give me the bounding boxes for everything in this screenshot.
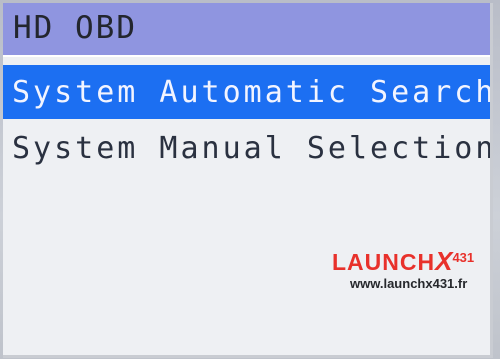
brand-name: LAUNCH [332, 249, 436, 275]
page-title: HD OBD [13, 10, 137, 46]
menu-item-label: System Manual Selection [12, 131, 493, 166]
device-screen: HD OBD System Automatic Search System Ma… [3, 3, 493, 358]
menu-item-system-automatic-search[interactable]: System Automatic Search [3, 65, 490, 119]
menu-item-system-manual-selection[interactable]: System Manual Selection [3, 121, 490, 175]
brand-model-number: 431 [452, 250, 475, 265]
watermark-url: www.launchx431.fr [350, 276, 468, 291]
brand-model-x: X [435, 246, 453, 276]
menu-item-label: System Automatic Search [12, 75, 493, 110]
device-bezel: HD OBD System Automatic Search System Ma… [0, 0, 500, 359]
title-bar: HD OBD [3, 3, 490, 57]
launch-watermark-logo: LAUNCHX431 [332, 246, 474, 277]
